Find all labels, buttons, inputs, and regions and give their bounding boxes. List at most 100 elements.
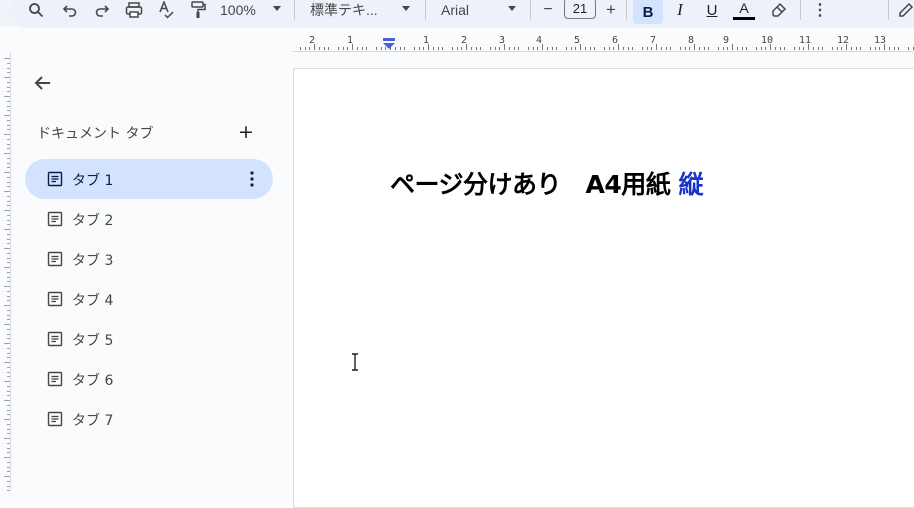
ruler-tick xyxy=(732,44,733,50)
ruler-tick xyxy=(907,47,909,50)
ruler-tick xyxy=(7,409,10,411)
ruler-tick xyxy=(608,47,610,50)
ruler-tick xyxy=(4,172,10,173)
tab-item-1[interactable]: タブ 1 xyxy=(25,159,273,199)
ruler-tick xyxy=(347,47,349,50)
ruler-tick xyxy=(755,47,757,50)
ruler-tick xyxy=(7,200,10,202)
ruler-tick xyxy=(641,47,643,50)
horizontal-ruler[interactable]: 2 1 1 2 3 4 5 6 7 8 9 10 11 12 13 xyxy=(293,34,914,52)
italic-button[interactable]: I xyxy=(670,0,690,20)
ruler-tick xyxy=(893,47,895,50)
ruler-tick xyxy=(898,47,900,50)
ruler-tick xyxy=(855,47,857,50)
ruler-tick xyxy=(874,47,876,50)
undo-icon[interactable] xyxy=(60,0,80,20)
font-select[interactable]: Arial xyxy=(441,0,501,20)
paragraph-style-select[interactable]: 標準テキ... xyxy=(310,0,390,20)
ruler-tick xyxy=(7,238,10,240)
ruler-tick xyxy=(727,47,729,50)
ruler-tick xyxy=(7,186,10,188)
ruler-tick xyxy=(342,47,344,50)
ruler-tick xyxy=(879,47,881,50)
tab-item-3[interactable]: タブ 3 xyxy=(25,239,273,279)
ruler-tick xyxy=(375,47,377,50)
search-icon[interactable] xyxy=(26,0,46,20)
underline-button[interactable]: U xyxy=(702,0,722,20)
font-value: Arial xyxy=(441,2,470,18)
ruler-tick xyxy=(817,47,819,50)
ruler-tick xyxy=(4,457,10,458)
ruler-tick xyxy=(475,47,477,50)
minus-label: − xyxy=(543,1,553,18)
ruler-tick xyxy=(7,233,10,235)
redo-icon[interactable] xyxy=(92,0,112,20)
ruler-tick xyxy=(4,96,10,97)
tab-item-5[interactable]: タブ 5 xyxy=(25,319,273,359)
bold-button[interactable]: B xyxy=(633,0,663,24)
spellcheck-icon[interactable] xyxy=(156,0,176,20)
ruler-tick xyxy=(323,47,325,50)
document-page[interactable]: ページ分けあり A4用紙 縦 xyxy=(293,68,914,508)
document-heading[interactable]: ページ分けあり A4用紙 縦 xyxy=(390,165,703,201)
tab-item-6[interactable]: タブ 6 xyxy=(25,359,273,399)
ruler-tick xyxy=(456,47,458,50)
ruler-tick xyxy=(7,195,10,197)
tab-label: タブ 1 xyxy=(72,173,114,189)
ruler-tick xyxy=(7,371,10,373)
arrow-back-icon xyxy=(34,76,50,90)
ruler-label: 6 xyxy=(612,35,619,46)
ruler-tick xyxy=(356,47,358,50)
indent-marker-icon[interactable] xyxy=(382,38,396,50)
tab-item-2[interactable]: タブ 2 xyxy=(25,199,273,239)
ruler-tick xyxy=(7,366,10,368)
decrease-font-size-button[interactable]: − xyxy=(540,0,556,20)
ruler-tick xyxy=(7,461,10,463)
ruler-tick xyxy=(7,252,10,254)
ruler-baseline xyxy=(293,51,914,52)
more-vert-icon[interactable]: ⋮ xyxy=(812,0,828,20)
ruler-tick xyxy=(4,438,10,439)
add-tab-button[interactable]: + xyxy=(237,123,255,142)
ruler-tick xyxy=(7,143,10,145)
vertical-ruler[interactable] xyxy=(0,52,11,492)
zoom-select[interactable]: 100% xyxy=(220,0,260,20)
ruler-tick xyxy=(7,433,10,435)
edit-icon[interactable] xyxy=(898,0,914,20)
back-button[interactable] xyxy=(30,70,56,96)
ruler-tick xyxy=(7,86,10,88)
text-color-button[interactable]: A xyxy=(733,0,755,20)
ruler-tick xyxy=(304,47,306,50)
text-color-swatch xyxy=(733,16,755,20)
ruler-tick xyxy=(4,381,10,382)
ruler-tick xyxy=(451,47,453,50)
paragraph-style-value: 標準テキ... xyxy=(310,2,378,18)
ruler-tick xyxy=(4,267,10,268)
ruler-tick xyxy=(461,47,463,50)
ruler-tick xyxy=(618,44,619,50)
paint-format-icon[interactable] xyxy=(188,0,208,20)
ruler-tick xyxy=(7,442,10,444)
print-icon[interactable] xyxy=(124,0,144,20)
ruler-tick xyxy=(7,452,10,454)
ruler-tick xyxy=(660,47,662,50)
plus-label: + xyxy=(606,0,616,19)
highlighter-icon[interactable] xyxy=(769,0,789,20)
ruler-tick xyxy=(399,47,401,50)
ruler-tick xyxy=(7,428,10,430)
ruler-tick xyxy=(4,362,10,363)
ruler-tick xyxy=(703,47,705,50)
ruler-tick xyxy=(7,423,10,425)
ruler-tick xyxy=(7,328,10,330)
more-vert-icon[interactable] xyxy=(249,170,255,188)
tab-item-4[interactable]: タブ 4 xyxy=(25,279,273,319)
ruler-tick xyxy=(570,47,572,50)
ruler-tick xyxy=(518,47,520,50)
ruler-label: 13 xyxy=(874,35,887,46)
font-size-input[interactable]: 21 xyxy=(564,0,596,19)
document-icon xyxy=(47,411,63,427)
tab-item-7[interactable]: タブ 7 xyxy=(25,399,273,439)
text-color-label: A xyxy=(739,0,749,16)
increase-font-size-button[interactable]: + xyxy=(603,0,619,20)
ruler-tick xyxy=(7,167,10,169)
